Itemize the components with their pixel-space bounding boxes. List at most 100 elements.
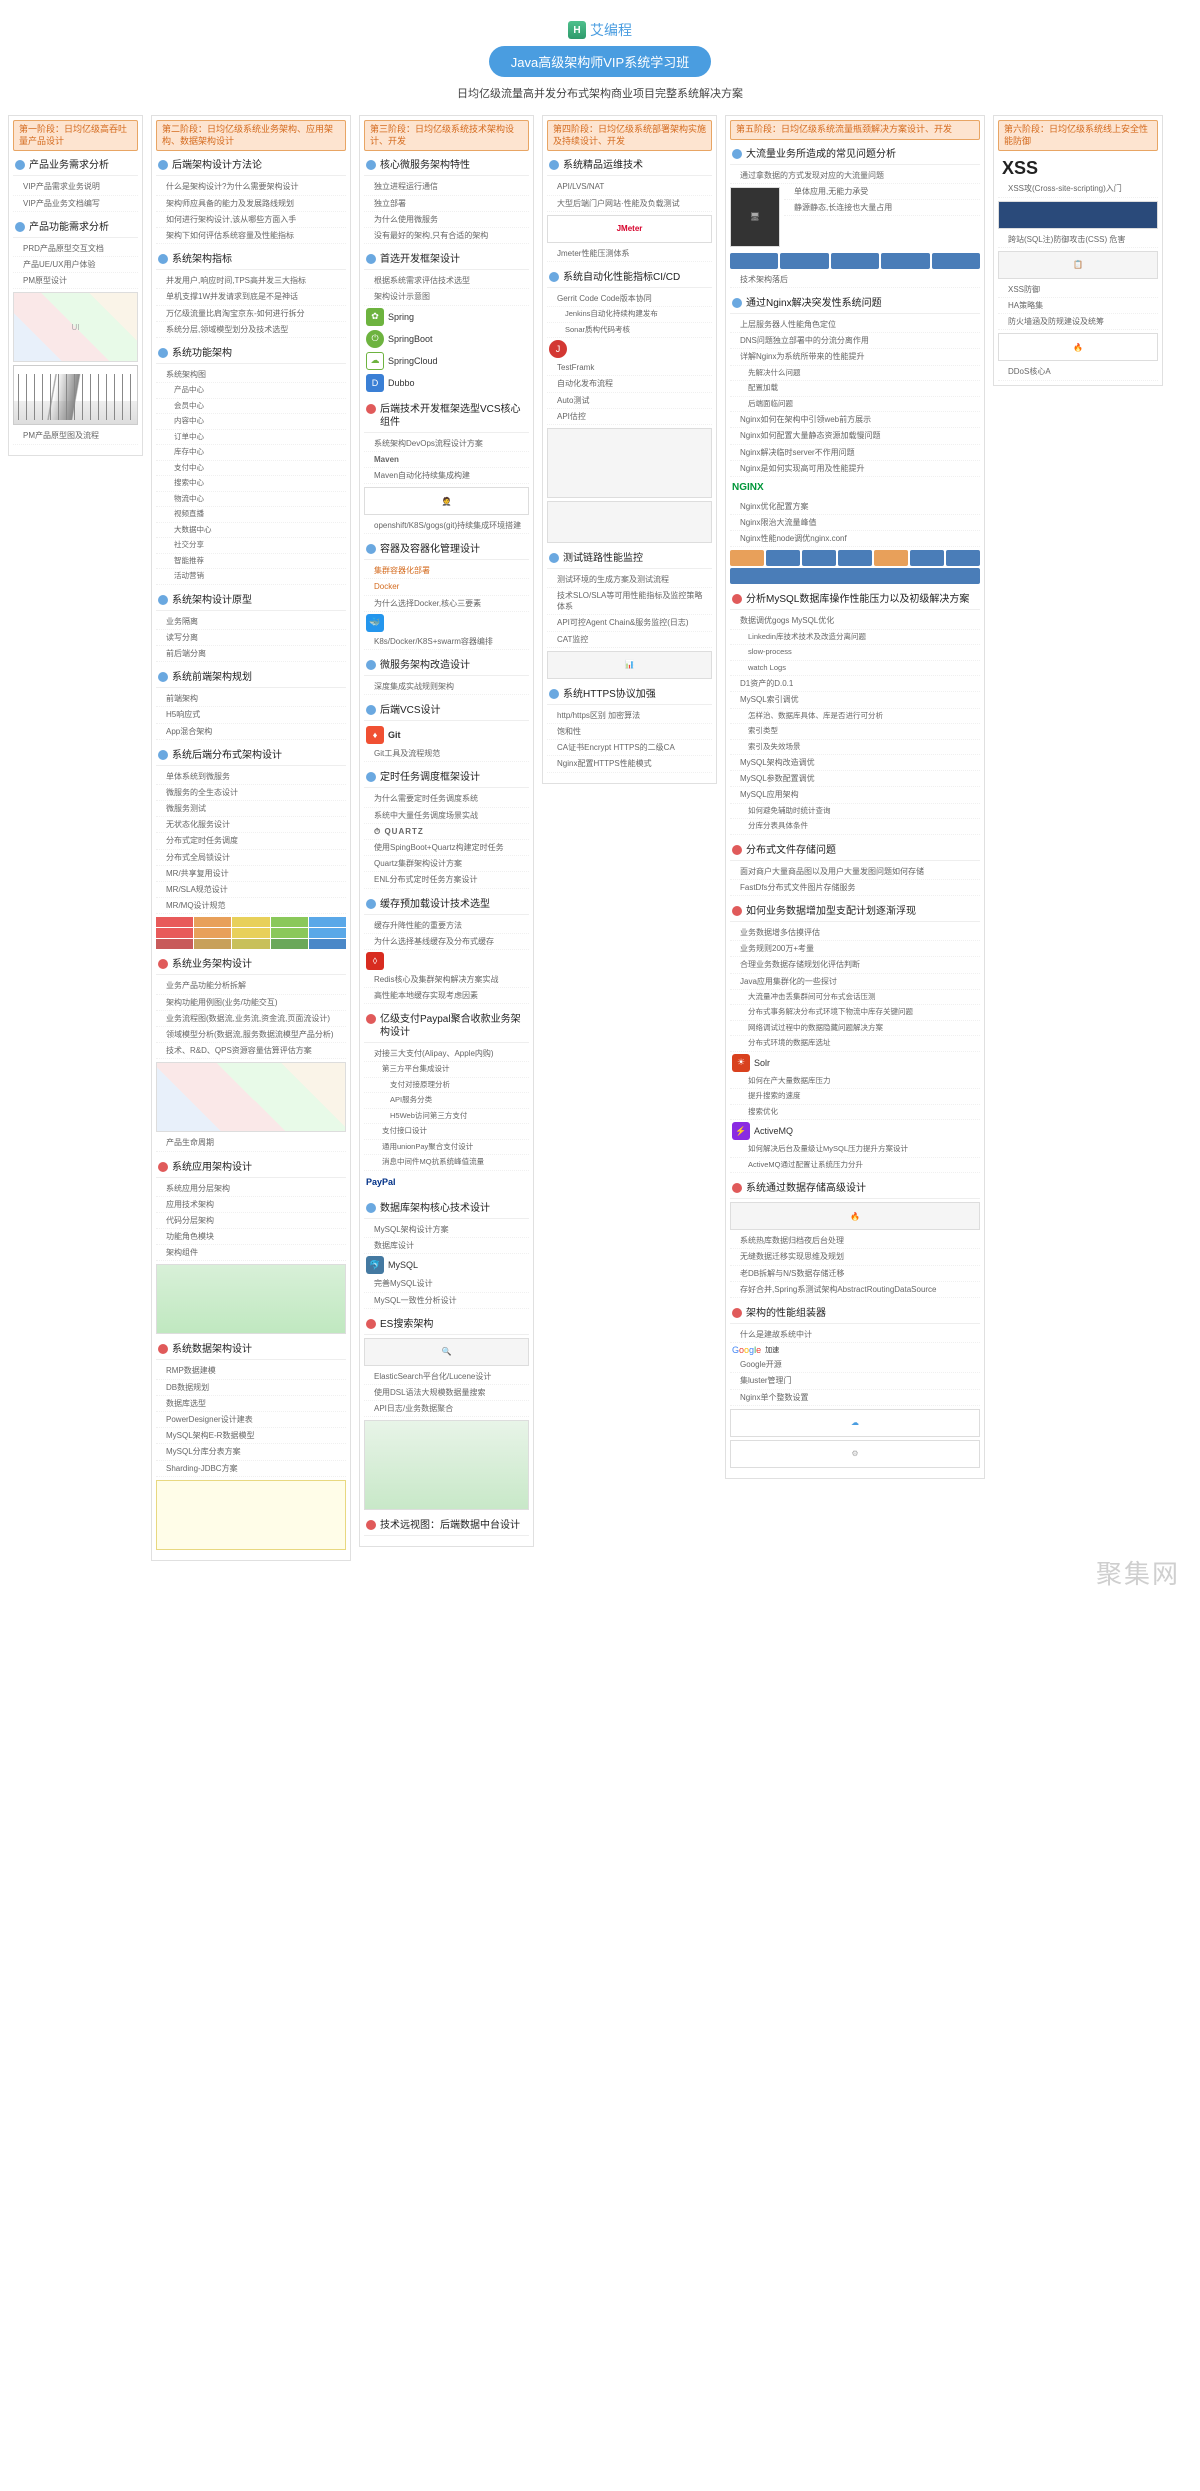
- screenshot-thumb: UI: [13, 292, 138, 362]
- section-title: 产品业务需求分析: [13, 156, 138, 176]
- item: 读写分离: [156, 630, 346, 646]
- label: MySQL: [388, 1260, 418, 1270]
- nginx-diagram: [730, 550, 980, 584]
- stage-header: 第三阶段：日均亿级系统技术架构设计、开发: [364, 120, 529, 151]
- item: 支付对接原理分析: [364, 1078, 529, 1094]
- item: MySQL分库分表方案: [156, 1444, 346, 1460]
- item: MR/SLA规范设计: [156, 882, 346, 898]
- item: 无状态化服务设计: [156, 817, 346, 833]
- item: 为什么需要定时任务调度系统: [364, 791, 529, 807]
- item: Nginx解决临时server不作用问题: [730, 445, 980, 461]
- item: 并发用户,响应时间,TPS高并发三大指标: [156, 273, 346, 289]
- item: ElasticSearch平台化/Lucene设计: [364, 1369, 529, 1385]
- label: ActiveMQ: [754, 1126, 793, 1136]
- item: 架构功能用例图(业务/功能交互): [156, 995, 346, 1011]
- paypal-icon: PayPal: [366, 1173, 396, 1191]
- docker-icon: 🐳: [366, 614, 384, 632]
- xss-heading: XSS: [998, 156, 1158, 181]
- logo-icon: H: [568, 21, 586, 39]
- section-title: 分布式文件存储问题: [730, 841, 980, 861]
- item: 提升搜索的速度: [730, 1089, 980, 1105]
- item: 系统分层,领域模型划分及技术选型: [156, 322, 346, 338]
- item: 前端架构: [156, 691, 346, 707]
- item: 为什么选择基线缓存及分布式缓存: [364, 934, 529, 950]
- kafka-icon: ⚙: [730, 1440, 980, 1468]
- item: API服务分类: [364, 1093, 529, 1109]
- item: Nginx性能node调优nginx.conf: [730, 531, 980, 547]
- cloud-icon: ☁: [730, 1409, 980, 1437]
- item: ENL分布式定时任务方案设计: [364, 872, 529, 888]
- section-title: 系统业务架构设计: [156, 955, 346, 975]
- diagram-thumb: [156, 1062, 346, 1132]
- git-icon: ♦: [366, 726, 384, 744]
- springcloud-icon: ☁: [366, 352, 384, 370]
- item: 活动营销: [156, 569, 346, 585]
- item: 分布式全局锁设计: [156, 850, 346, 866]
- section-title: 系统通过数据存储高级设计: [730, 1179, 980, 1199]
- item: DB数据规划: [156, 1380, 346, 1396]
- item: 大型后端门户网站·性能及负载测试: [547, 196, 712, 212]
- item: 架构下如何评估系统容量及性能指标: [156, 228, 346, 244]
- section-title: 如何业务数据增加型支配计划逐渐浮现: [730, 902, 980, 922]
- item: 应用技术架构: [156, 1197, 346, 1213]
- item: PowerDesigner设计建表: [156, 1412, 346, 1428]
- item: 支付接口设计: [364, 1124, 529, 1140]
- item: CAT监控: [547, 632, 712, 648]
- item: 先解决什么问题: [730, 366, 980, 382]
- item: Sonar质构代码考核: [547, 323, 712, 339]
- stage-1: 第一阶段：日均亿级高吞吐量产品设计 产品业务需求分析 VIP产品需求业务说明 V…: [8, 115, 143, 456]
- item: openshift/K8S/gogs(git)持续集成环境搭建: [364, 518, 529, 534]
- section-title: 后端VCS设计: [364, 701, 529, 721]
- item: 为什么选择Docker,核心三要素: [364, 596, 529, 612]
- label: SpringCloud: [388, 356, 438, 366]
- item: 为什么使用微服务: [364, 212, 529, 228]
- item: Auto测试: [547, 393, 712, 409]
- item: PM原型设计: [13, 273, 138, 289]
- item: 集群容器化部署: [364, 563, 529, 579]
- section-title: 后端架构设计方法论: [156, 156, 346, 176]
- item: MySQL架构改造调优: [730, 755, 980, 771]
- item: API/LVS/NAT: [547, 179, 712, 195]
- redis-icon: ◊: [366, 952, 384, 970]
- item: Nginx配置HTTPS性能模式: [547, 756, 712, 772]
- flow-diagram: [547, 501, 712, 543]
- item: RMP数据建模: [156, 1363, 346, 1379]
- stage-6: 第六阶段：日均亿级系统线上安全性能防御 XSS XSS攻(Cross-site-…: [993, 115, 1163, 386]
- item: 如何进行架构设计,该从哪些方面入手: [156, 212, 346, 228]
- item: D1资产的D.0.1: [730, 676, 980, 692]
- arch-diagram: [364, 1420, 529, 1510]
- item: XSS攻(Cross-site-scripting)入门: [998, 181, 1158, 197]
- item: 集luster管理门: [730, 1373, 980, 1389]
- item: 分布式环境的数据库选址: [730, 1036, 980, 1052]
- item: 技术架构落后: [730, 272, 980, 288]
- item: 通过拿数据的方式发现对应的大流量问题: [730, 168, 980, 184]
- item: 业务产品功能分析拆解: [156, 978, 346, 994]
- item: 单体系统到微服务: [156, 769, 346, 785]
- item: 配置加载: [730, 381, 980, 397]
- mysql-icon: 🐬: [366, 1256, 384, 1274]
- stage-header: 第六阶段：日均亿级系统线上安全性能防御: [998, 120, 1158, 151]
- item: 视频直播: [156, 507, 346, 523]
- item: Jmeter性能压测体系: [547, 246, 712, 262]
- item: 如何解决后台及量级让MySQL压力提升方案设计: [730, 1142, 980, 1158]
- item: Linkedin库技术技术及改造分离问题: [730, 630, 980, 646]
- item: 产品UE/UX用户体验: [13, 257, 138, 273]
- watermark: 聚集网: [1096, 1554, 1180, 1591]
- item: Docker: [364, 579, 529, 595]
- item: PRD产品原型交互文档: [13, 241, 138, 257]
- activemq-icon: ⚡: [732, 1122, 750, 1140]
- item: App混合架构: [156, 724, 346, 740]
- item: 大数据中心: [156, 523, 346, 539]
- item: 系统中大量任务调度场景实战: [364, 808, 529, 824]
- item: Gerrit Code Code版本协同: [547, 291, 712, 307]
- item: 后端面临问题: [730, 397, 980, 413]
- label: Spring: [388, 312, 414, 322]
- label: Dubbo: [388, 378, 415, 388]
- item: 第三方平台集成设计: [364, 1062, 529, 1078]
- item: 什么是建故系统中计: [730, 1327, 980, 1343]
- section-title: 系统应用架构设计: [156, 1158, 346, 1178]
- item: 架构设计示意图: [364, 289, 529, 305]
- item: 系统架构图: [156, 367, 346, 383]
- brand-logo: H艾编程: [8, 20, 1192, 40]
- item: Google开源: [730, 1357, 980, 1373]
